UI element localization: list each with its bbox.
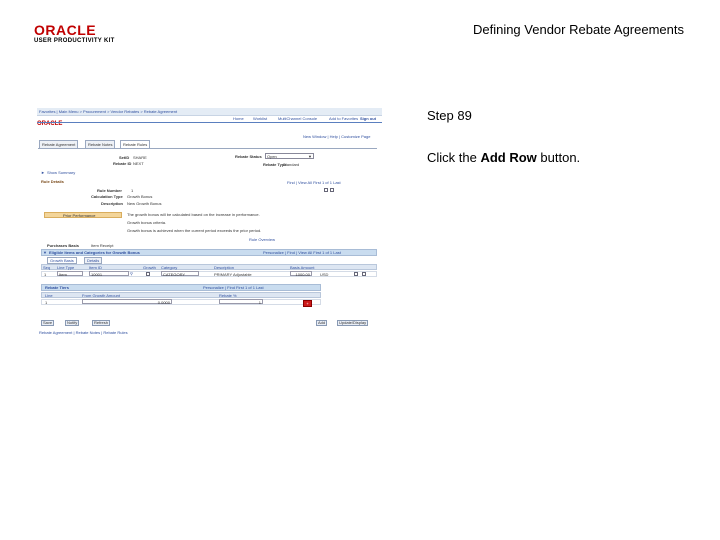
add-row-button[interactable]: + xyxy=(303,300,312,307)
setid-value: SHARE xyxy=(133,155,147,160)
col-from-growth[interactable]: From Growth Amount xyxy=(82,293,120,298)
line-type-select[interactable]: Item xyxy=(57,271,83,277)
basis-amount-value: 1000.00 xyxy=(295,272,310,277)
col-line-type[interactable]: Line Type xyxy=(57,265,74,270)
eligible-items-title: Eligible Items and Categories for Growth… xyxy=(49,250,140,255)
document-title: Defining Vendor Rebate Agreements xyxy=(472,22,684,37)
rule-overview-link[interactable]: Rule Overview xyxy=(249,237,275,242)
rebate-tiers-title: Rebate Tiers xyxy=(45,285,69,290)
calc-type-label: Calculation Type xyxy=(91,194,123,199)
rule-number-label: Rule Number xyxy=(97,188,122,193)
rule-number-value: 1 xyxy=(131,188,134,193)
col-growth[interactable]: Growth xyxy=(143,265,156,270)
tab-rebate-rules[interactable]: Rebate Rules xyxy=(120,140,151,148)
page-links[interactable]: New Window | Help | Customize Page xyxy=(303,134,370,139)
minus-icon[interactable] xyxy=(330,188,334,192)
notify-button[interactable]: Notify xyxy=(65,320,80,326)
col-rebate-pct[interactable]: Rebate % xyxy=(219,293,237,298)
top-link-worklist[interactable]: Worklist xyxy=(253,116,267,121)
category-input[interactable]: CATEGORY xyxy=(161,271,199,277)
footer-links[interactable]: Rebate Agreement | Rebate Notes | Rebate… xyxy=(39,330,128,335)
item-id-input[interactable]: 10001 xyxy=(89,271,129,277)
purchases-basis-value: Item Receipt xyxy=(91,243,114,248)
tab-growth-basis[interactable]: Growth Basis xyxy=(47,257,77,264)
show-summary-link[interactable]: Show Summary xyxy=(47,170,75,175)
prior-performance-button[interactable]: Prior Performance xyxy=(44,212,122,218)
instruction-before: Click the xyxy=(427,150,481,165)
col-basis-amount[interactable]: Basis Amount xyxy=(290,265,314,270)
col-category[interactable]: Category xyxy=(161,265,177,270)
breadcrumb[interactable]: Favorites | Main Menu > Procurement > Ve… xyxy=(39,109,177,114)
top-link-multichannel[interactable]: MultiChannel Console xyxy=(278,116,317,121)
prior-performance-label: Prior Performance xyxy=(63,213,96,218)
basis-amount-input[interactable]: 1000.00 xyxy=(290,271,312,277)
description-line-2: Growth bonus criteria. xyxy=(127,220,167,225)
rebate-id-label: Rebate ID xyxy=(113,161,132,166)
chevron-down-icon: ▼ xyxy=(308,154,312,159)
add-button[interactable]: Add xyxy=(316,320,328,326)
status-value: Open xyxy=(267,154,277,159)
rebate-pct-input[interactable]: 1 xyxy=(219,299,263,305)
application-screenshot: Favorites | Main Menu > Procurement > Ve… xyxy=(37,108,382,340)
col-seq[interactable]: Seq xyxy=(43,265,50,270)
row-plus-icon[interactable] xyxy=(354,272,358,276)
description-label: Description xyxy=(101,201,124,206)
upk-wordmark: USER PRODUCTIVITY KIT xyxy=(34,38,115,44)
rebate-pct-value: 1 xyxy=(258,300,261,305)
refresh-button[interactable]: Refresh xyxy=(92,320,111,326)
lookup-icon[interactable]: ⚲ xyxy=(130,271,133,276)
instruction-bold: Add Row xyxy=(480,150,537,165)
expand-icon[interactable]: ► xyxy=(41,170,45,175)
description-line-3: Growth bonus is achieved when the curren… xyxy=(127,228,262,233)
rebate-id-value: NEXT xyxy=(133,161,144,166)
growth-checkbox[interactable] xyxy=(146,272,150,276)
status-label: Rebate Status xyxy=(235,154,262,159)
collapse-icon[interactable]: ▼ xyxy=(43,250,47,255)
tab-divider xyxy=(38,148,377,149)
tab-details[interactable]: Details xyxy=(84,257,103,264)
tab-rebate-agreement[interactable]: Rebate Agreement xyxy=(39,140,79,148)
status-select[interactable]: Open ▼ xyxy=(265,153,314,159)
tab-rebate-notes[interactable]: Rebate Notes xyxy=(85,140,116,148)
header-divider xyxy=(37,122,382,123)
category-value: CATEGORY xyxy=(163,272,186,277)
tier-line: 1 xyxy=(45,300,48,305)
instruction-after: button. xyxy=(536,150,581,165)
cell-description: PRIMARY Adjustable xyxy=(214,272,252,277)
plus-icon[interactable] xyxy=(324,188,328,192)
purchases-basis-label: Purchases Basis xyxy=(47,243,80,248)
instruction-text: Click the Add Row button. xyxy=(427,150,580,165)
col-line[interactable]: Line xyxy=(45,293,53,298)
item-id-value: 10001 xyxy=(91,272,103,277)
top-link-signout[interactable]: Sign out xyxy=(360,116,376,121)
description-value: New Growth Bonus xyxy=(127,201,162,206)
row-minus-icon[interactable] xyxy=(362,272,366,276)
save-button[interactable]: Save xyxy=(41,320,55,326)
top-link-favorites[interactable]: Add to Favorites xyxy=(329,116,358,121)
cell-seq: 1 xyxy=(44,272,47,277)
rebate-type-value: Standard xyxy=(283,162,300,167)
oracle-wordmark: ORACLE xyxy=(34,22,97,38)
step-label: Step 89 xyxy=(427,108,472,123)
update-display-button[interactable]: Update/Display xyxy=(337,320,369,326)
eligible-items-pager[interactable]: Personalize | Find | View All First 1 of… xyxy=(263,250,341,255)
rebate-tiers-header xyxy=(41,284,321,291)
from-growth-input[interactable]: 0.0000 xyxy=(82,299,172,305)
currency-value: USD xyxy=(320,272,329,277)
line-type-value: Item xyxy=(59,272,67,277)
top-link-home[interactable]: Home xyxy=(233,116,244,121)
rule-details-heading: Rule Details xyxy=(41,179,64,184)
col-item-id[interactable]: Item ID xyxy=(89,265,102,270)
rebate-tiers-pager[interactable]: Personalize | Find First 1 of 1 Last xyxy=(203,285,264,290)
col-description[interactable]: Description xyxy=(214,265,234,270)
description-line-1: The growth bonus will be calculated base… xyxy=(127,212,260,217)
setid-label: SetID xyxy=(119,155,130,160)
calc-type-value: Growth Bonus xyxy=(127,194,153,199)
from-growth-value: 0.0000 xyxy=(157,300,170,305)
oracle-upk-logo: ORACLE USER PRODUCTIVITY KIT xyxy=(34,22,130,48)
rule-pager[interactable]: Find | View All First 1 of 1 Last xyxy=(287,180,341,185)
